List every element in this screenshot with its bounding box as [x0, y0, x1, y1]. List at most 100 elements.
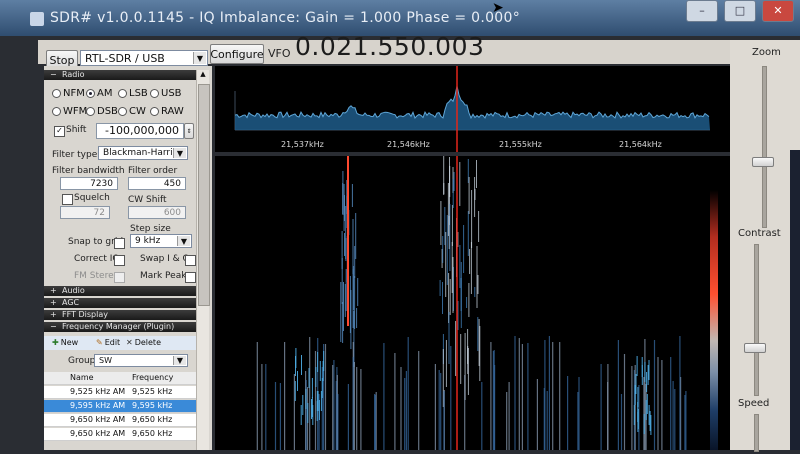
fm-stereo-checkbox[interactable] — [114, 272, 125, 283]
spectrum-display[interactable]: 21,537kHz 21,546kHz 21,555kHz 21,564kHz — [215, 66, 730, 152]
snap-to-grid-checkbox[interactable] — [114, 238, 125, 249]
configure-button[interactable]: Configure — [210, 44, 264, 64]
app-icon — [30, 12, 44, 26]
window-titlebar: SDR# v1.0.0.1145 - IQ Imbalance: Gain = … — [0, 0, 800, 36]
mouse-cursor-icon: ➤ — [492, 0, 504, 16]
contrast-slider-track[interactable] — [754, 244, 759, 396]
column-header-frequency: Frequency — [132, 373, 174, 382]
spectrum-plot: 21,537kHz 21,546kHz 21,555kHz 21,564kHz — [215, 66, 730, 152]
audio-section-header[interactable]: + Audio — [44, 286, 196, 296]
freq-label: 21,564kHz — [619, 140, 662, 149]
step-size-label: Step size — [130, 224, 171, 234]
shift-checkbox[interactable]: ✓ — [54, 126, 65, 137]
delete-button[interactable]: ✕ Delete — [126, 338, 161, 347]
table-row[interactable]: 9,650 kHz AM 9,650 kHz — [44, 414, 196, 427]
speed-slider-track[interactable] — [754, 414, 759, 452]
zoom-label: Zoom — [752, 47, 781, 58]
zoom-slider-track[interactable] — [762, 66, 767, 228]
frequency-manager-toolbar: ✚ New ✎ Edit ✕ Delete — [44, 336, 196, 350]
expand-icon: + — [50, 298, 57, 307]
filter-type-label: Filter type — [52, 150, 98, 160]
swap-iq-label: Swap I & Q — [140, 254, 190, 264]
expand-icon: + — [50, 286, 57, 295]
mode-radio-cw[interactable]: CW — [118, 106, 146, 117]
filter-order-label: Filter order — [128, 166, 178, 176]
freq-label: 21,546kHz — [387, 140, 430, 149]
scroll-up-icon[interactable]: ▲ — [198, 70, 208, 82]
scrollbar-thumb[interactable] — [198, 84, 210, 306]
filter-order-input[interactable]: 450 — [128, 177, 186, 190]
desktop-background — [790, 150, 800, 450]
correct-iq-checkbox[interactable] — [114, 255, 125, 266]
new-button[interactable]: ✚ New — [52, 338, 78, 347]
frequency-manager-section-header[interactable]: − Frequency Manager (Plugin) — [44, 322, 196, 332]
column-header-name: Name — [70, 373, 94, 382]
radio-section-title: Radio — [62, 70, 85, 79]
freq-label: 21,555kHz — [499, 140, 542, 149]
delete-icon: ✕ — [126, 338, 133, 347]
pencil-icon: ✎ — [96, 338, 103, 347]
source-select[interactable]: RTL-SDR / USB ▼ — [80, 50, 208, 66]
shift-spinner[interactable]: ⇕ — [184, 123, 194, 139]
contrast-slider-thumb[interactable] — [744, 343, 766, 353]
chevron-down-icon: ▼ — [193, 52, 206, 64]
waterfall-color-scale — [710, 190, 718, 450]
filter-type-value: Blackman-Harris — [103, 148, 178, 158]
cw-shift-input[interactable]: 600 — [128, 206, 186, 219]
mode-radio-dsb[interactable]: DSB — [86, 106, 118, 117]
step-size-value: 9 kHz — [135, 236, 161, 246]
window-title: SDR# v1.0.0.1145 - IQ Imbalance: Gain = … — [50, 10, 521, 26]
waterfall-display[interactable] — [215, 156, 730, 450]
swap-iq-checkbox[interactable] — [185, 255, 196, 266]
mode-radio-am[interactable]: AM — [86, 88, 112, 99]
fm-stereo-label: FM Stereo — [74, 271, 120, 281]
filter-bandwidth-input[interactable]: 7230 — [60, 177, 118, 190]
correct-iq-label: Correct IQ — [74, 254, 120, 264]
expand-icon: + — [50, 310, 57, 319]
source-select-value: RTL-SDR / USB — [85, 51, 165, 65]
mark-peaks-checkbox[interactable] — [185, 272, 196, 283]
mark-peaks-label: Mark Peaks — [140, 271, 192, 281]
edit-button[interactable]: ✎ Edit — [96, 338, 120, 347]
chevron-down-icon: ▼ — [177, 236, 190, 246]
mode-radio-lsb[interactable]: LSB — [118, 88, 148, 99]
collapse-icon: − — [50, 70, 57, 79]
group-select[interactable]: SW ▼ — [94, 354, 188, 367]
left-panel-scrollbar[interactable]: ▲ — [196, 70, 210, 450]
close-button[interactable]: ✕ — [762, 0, 794, 22]
filter-type-select[interactable]: Blackman-Harris ▼ — [98, 146, 188, 160]
squelch-checkbox[interactable] — [62, 194, 73, 205]
vfo-frequency-display[interactable]: 0.021.550.003 — [295, 32, 484, 61]
squelch-input[interactable]: 72 — [60, 206, 110, 219]
table-row[interactable]: 9,595 kHz AM 9,595 kHz — [44, 400, 196, 413]
mode-radio-usb[interactable]: USB — [150, 88, 182, 99]
table-row[interactable]: 9,650 kHz AM 9,650 kHz — [44, 428, 196, 441]
vfo-label: VFO — [268, 47, 291, 60]
radio-section-header[interactable]: − Radio — [44, 70, 196, 80]
fft-display-section-header[interactable]: + FFT Display — [44, 310, 196, 320]
mode-radio-nfm[interactable]: NFM — [52, 88, 85, 99]
minimize-button[interactable]: – — [686, 0, 718, 22]
cw-shift-label: CW Shift — [128, 195, 167, 205]
waterfall-plot — [215, 156, 730, 450]
filter-bandwidth-label: Filter bandwidth — [52, 166, 125, 176]
contrast-label: Contrast — [738, 228, 781, 239]
chevron-down-icon: ▼ — [173, 148, 186, 158]
maximize-button[interactable]: □ — [724, 0, 756, 22]
freq-label: 21,537kHz — [281, 140, 324, 149]
shift-input[interactable]: -100,000,000 — [96, 123, 184, 139]
chevron-down-icon: ▼ — [173, 356, 186, 365]
group-value: SW — [99, 356, 112, 365]
table-header: Name Frequency — [44, 372, 196, 385]
table-row[interactable]: 9,525 kHz AM 9,525 kHz — [44, 386, 196, 399]
zoom-slider-thumb[interactable] — [752, 157, 774, 167]
new-icon: ✚ — [52, 338, 59, 347]
agc-section-header[interactable]: + AGC — [44, 298, 196, 308]
mode-radio-wfm[interactable]: WFM — [52, 106, 87, 117]
collapse-icon: − — [50, 322, 57, 331]
squelch-label: Squelch — [74, 193, 110, 203]
step-size-select[interactable]: 9 kHz ▼ — [130, 234, 192, 248]
shift-label: Shift — [66, 125, 87, 135]
left-control-panel: − Radio NFM AM LSB USB WFM DSB CW RAW ✓ S… — [44, 66, 212, 450]
mode-radio-raw[interactable]: RAW — [150, 106, 184, 117]
